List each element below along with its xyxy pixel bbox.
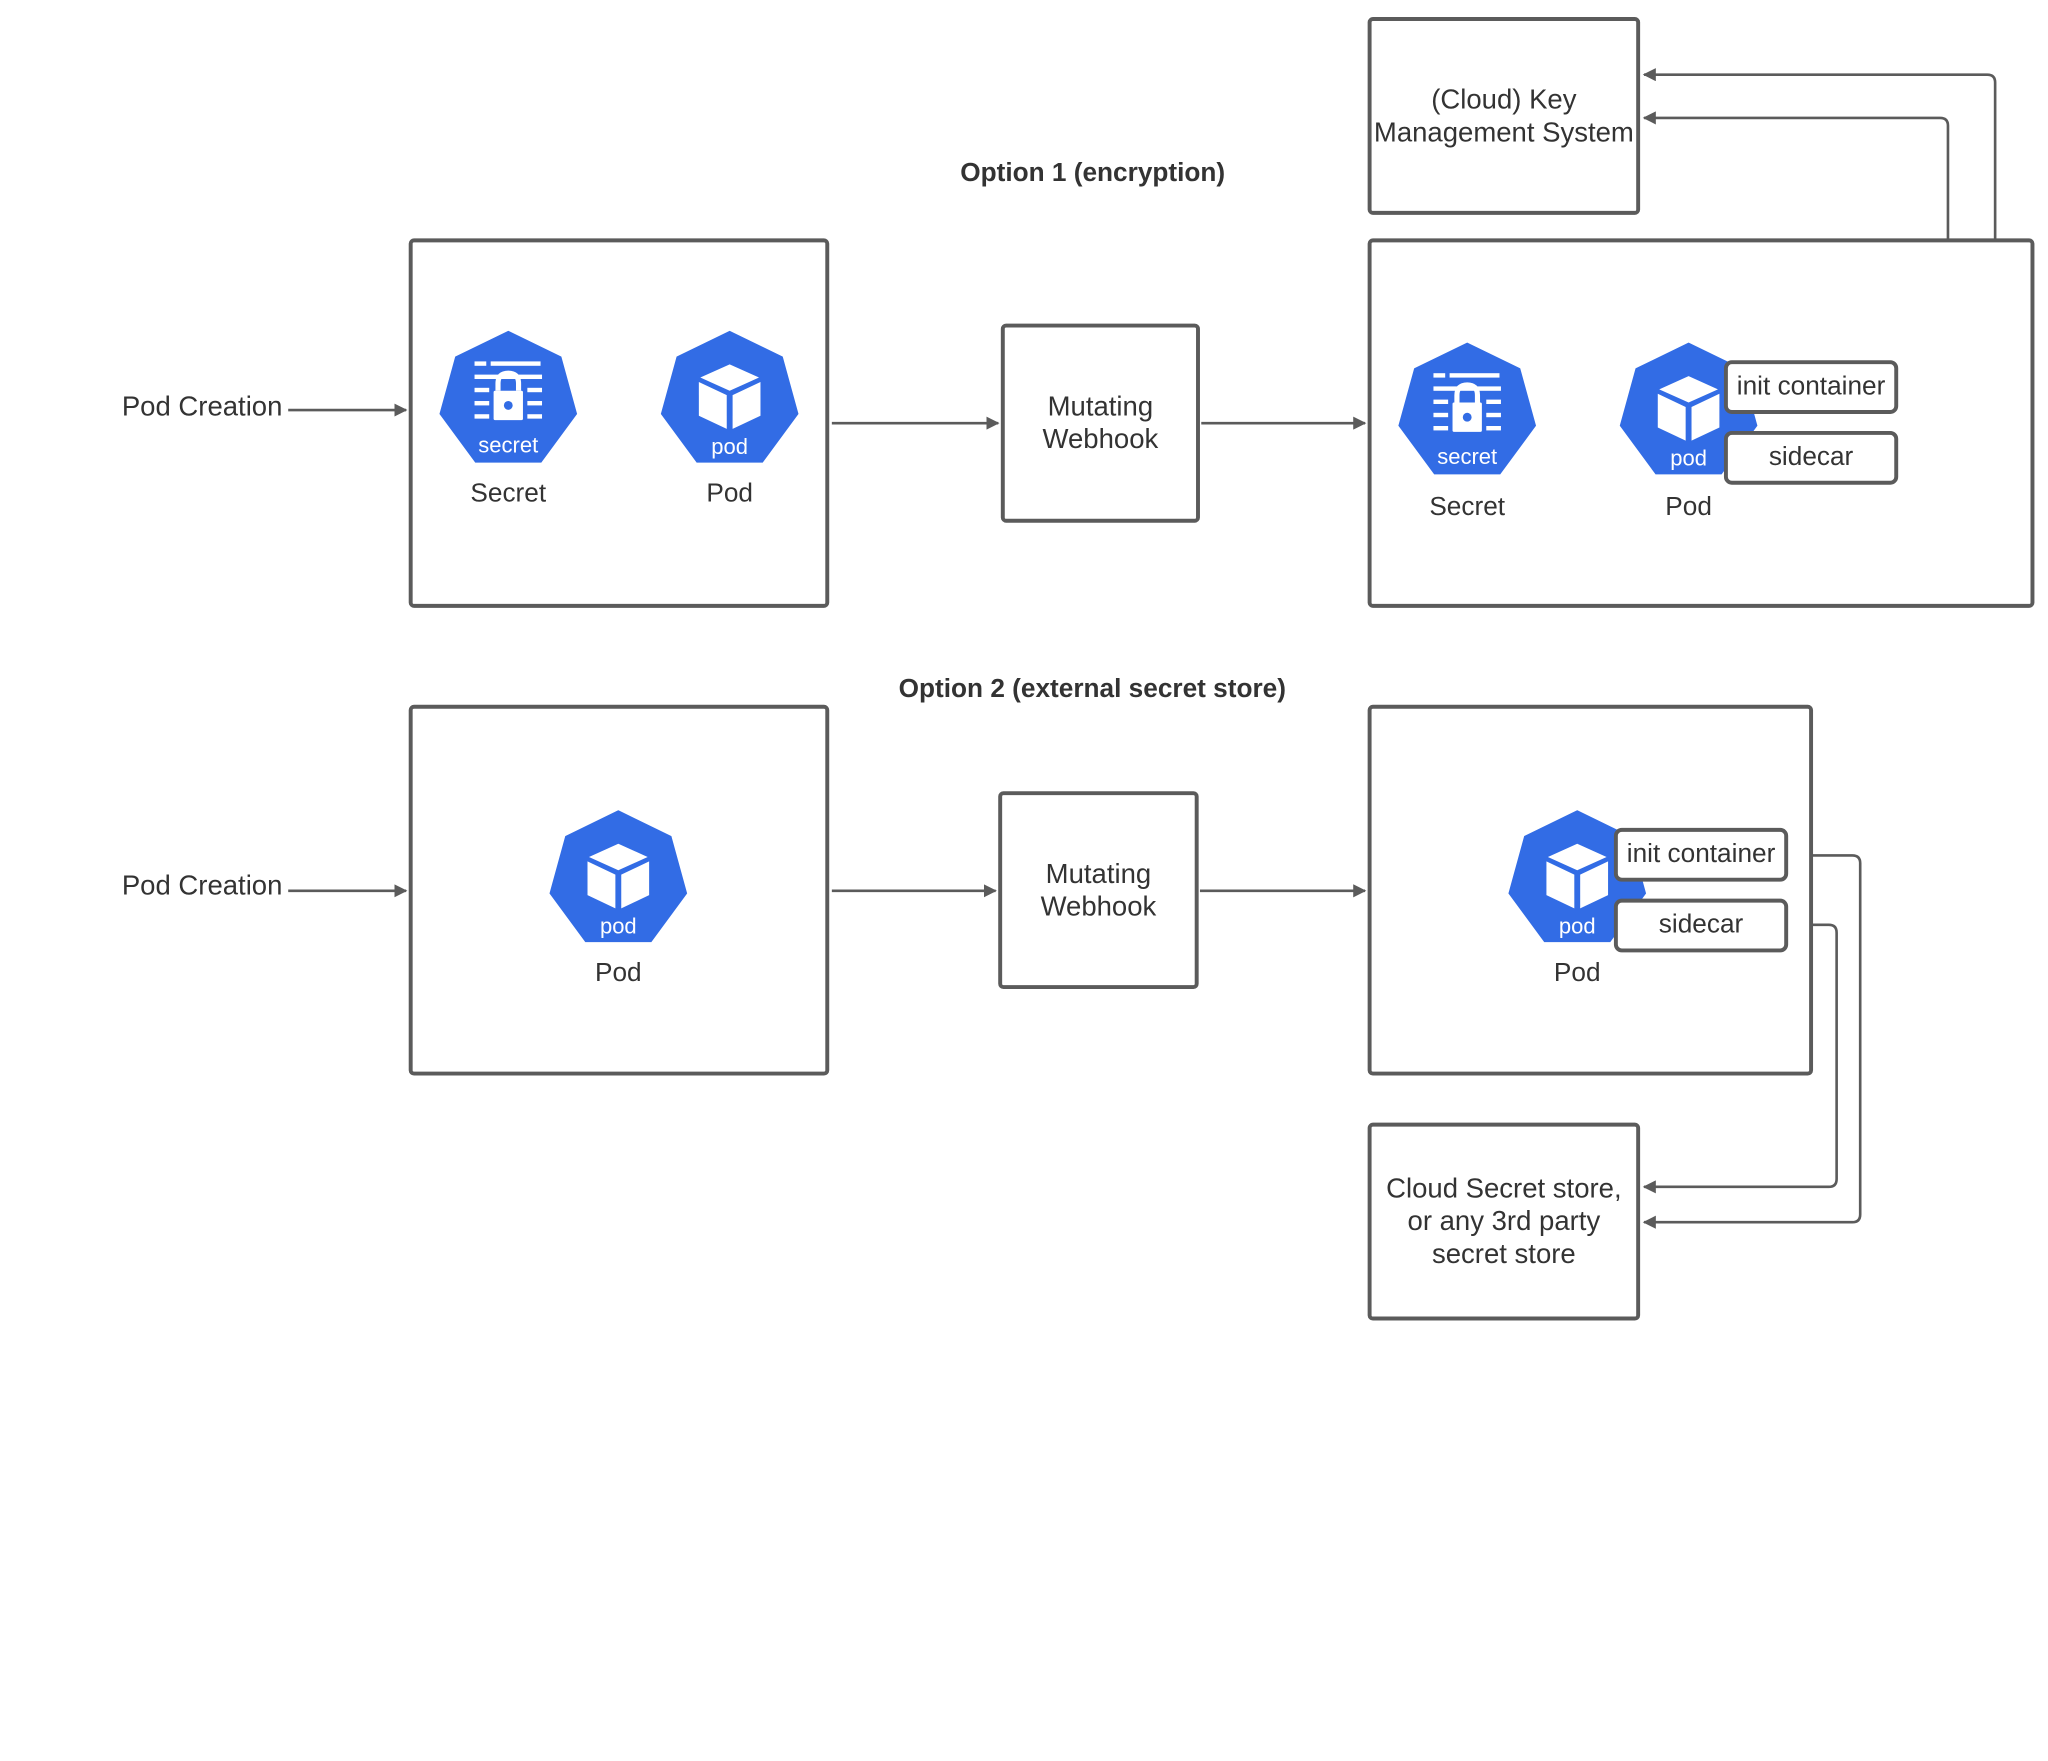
pod-icon-text: pod — [1670, 446, 1707, 471]
secret-icon-text: secret — [1437, 444, 1497, 469]
pod-creation-label-2: Pod Creation — [121, 871, 283, 902]
sidecar-box-1: sidecar — [1723, 430, 1899, 485]
secret-caption-2: Secret — [1429, 492, 1506, 522]
connector-layer — [288, 68, 1997, 1229]
secret-icon-text: secret — [478, 432, 538, 457]
sidecar-box-2: sidecar — [1613, 898, 1789, 953]
secret-caption-1: Secret — [470, 479, 547, 509]
architecture-diagram: Option 1 (encryption) Option 2 (external… — [0, 0, 2048, 1761]
option-1-webhook-box: Mutating Webhook — [1000, 323, 1200, 523]
pod-icon: pod — [656, 326, 803, 473]
secret-store-box: Cloud Secret store, or any 3rd party sec… — [1367, 1122, 1641, 1321]
pod-icon-text: pod — [711, 434, 748, 459]
pod-caption-4: Pod — [1553, 958, 1601, 988]
pod-icon-text: pod — [1559, 913, 1596, 938]
pod-caption-2: Pod — [1665, 492, 1712, 522]
kms-box: (Cloud) Key Management System — [1367, 17, 1641, 215]
pod-icon: pod — [545, 806, 692, 953]
secret-icon: secret — [435, 326, 582, 473]
secret-icon: secret — [1394, 338, 1541, 485]
option-2-webhook-box: Mutating Webhook — [998, 791, 1199, 990]
option-1-title: Option 1 (encryption) — [960, 158, 1226, 188]
pod-icon-text: pod — [600, 913, 637, 938]
pod-caption-3: Pod — [595, 958, 642, 988]
pod-creation-label-1: Pod Creation — [121, 391, 283, 422]
pod-caption-1: Pod — [706, 479, 753, 509]
option-2-title: Option 2 (external secret store) — [898, 674, 1286, 704]
init-container-box-1: init container — [1723, 360, 1899, 414]
init-container-box-2: init container — [1613, 827, 1789, 882]
